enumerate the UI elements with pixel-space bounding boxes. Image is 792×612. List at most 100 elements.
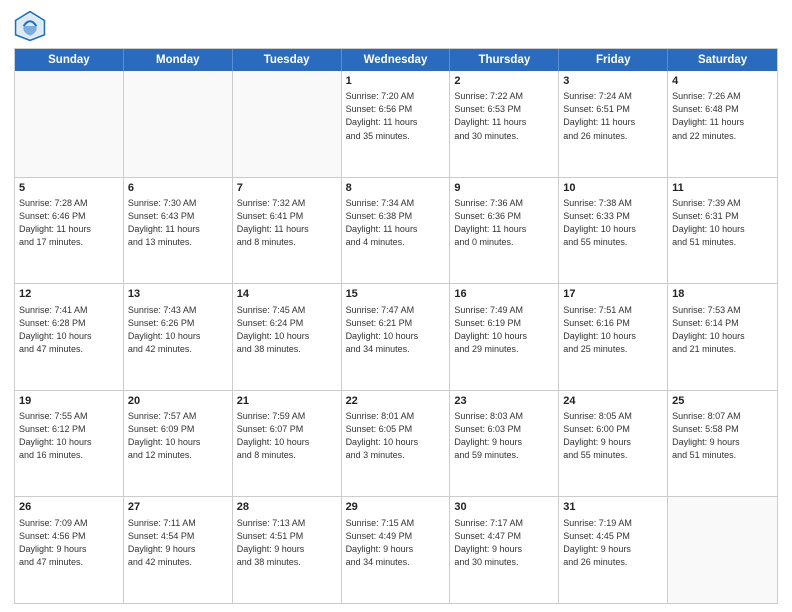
page-container: SundayMondayTuesdayWednesdayThursdayFrid… (0, 0, 792, 612)
calendar-cell: 8Sunrise: 7:34 AM Sunset: 6:38 PM Daylig… (342, 178, 451, 284)
day-number: 19 (19, 394, 119, 409)
day-info: Sunrise: 7:39 AM Sunset: 6:31 PM Dayligh… (672, 197, 773, 249)
day-number: 22 (346, 394, 446, 409)
calendar-cell: 1Sunrise: 7:20 AM Sunset: 6:56 PM Daylig… (342, 71, 451, 177)
day-info: Sunrise: 7:19 AM Sunset: 4:45 PM Dayligh… (563, 517, 663, 569)
calendar-cell: 19Sunrise: 7:55 AM Sunset: 6:12 PM Dayli… (15, 391, 124, 497)
day-info: Sunrise: 8:07 AM Sunset: 5:58 PM Dayligh… (672, 410, 773, 462)
day-number: 10 (563, 181, 663, 196)
calendar-cell: 18 Sunrise: 7:53 AM Sunset: 6:14 PM Dayli… (668, 284, 777, 390)
day-info: Sunrise: 7:15 AM Sunset: 4:49 PM Dayligh… (346, 517, 446, 569)
day-info: Sunrise: 7:43 AM Sunset: 6:26 PM Dayligh… (128, 304, 228, 356)
calendar-cell: 25Sunrise: 8:07 AM Sunset: 5:58 PM Dayli… (668, 391, 777, 497)
calendar-cell (124, 71, 233, 177)
calendar-week-row: 19Sunrise: 7:55 AM Sunset: 6:12 PM Dayli… (15, 391, 777, 498)
day-info: Sunrise: 7:38 AM Sunset: 6:33 PM Dayligh… (563, 197, 663, 249)
calendar-body: 1Sunrise: 7:20 AM Sunset: 6:56 PM Daylig… (15, 71, 777, 603)
day-of-week-header: Monday (124, 49, 233, 71)
day-of-week-header: Saturday (668, 49, 777, 71)
day-info: Sunrise: 7:24 AM Sunset: 6:51 PM Dayligh… (563, 90, 663, 142)
calendar-cell: 11Sunrise: 7:39 AM Sunset: 6:31 PM Dayli… (668, 178, 777, 284)
day-info: Sunrise: 7:11 AM Sunset: 4:54 PM Dayligh… (128, 517, 228, 569)
day-number: 24 (563, 394, 663, 409)
calendar-week-row: 1Sunrise: 7:20 AM Sunset: 6:56 PM Daylig… (15, 71, 777, 178)
day-of-week-header: Tuesday (233, 49, 342, 71)
logo (14, 10, 50, 42)
day-number: 3 (563, 74, 663, 89)
day-number: 8 (346, 181, 446, 196)
day-number: 2 (454, 74, 554, 89)
day-info: Sunrise: 7:30 AM Sunset: 6:43 PM Dayligh… (128, 197, 228, 249)
day-number: 5 (19, 181, 119, 196)
day-info: Sunrise: 7:17 AM Sunset: 4:47 PM Dayligh… (454, 517, 554, 569)
calendar-cell (233, 71, 342, 177)
day-number: 4 (672, 74, 773, 89)
day-of-week-header: Sunday (15, 49, 124, 71)
calendar-cell: 6Sunrise: 7:30 AM Sunset: 6:43 PM Daylig… (124, 178, 233, 284)
day-number: 12 (19, 287, 119, 302)
day-number: 31 (563, 500, 663, 515)
calendar-cell: 3Sunrise: 7:24 AM Sunset: 6:51 PM Daylig… (559, 71, 668, 177)
day-info: Sunrise: 7:45 AM Sunset: 6:24 PM Dayligh… (237, 304, 337, 356)
calendar-cell: 12 Sunrise: 7:41 AM Sunset: 6:28 PM Dayli… (15, 284, 124, 390)
day-info: Sunrise: 7:36 AM Sunset: 6:36 PM Dayligh… (454, 197, 554, 249)
day-info: Sunrise: 7:28 AM Sunset: 6:46 PM Dayligh… (19, 197, 119, 249)
calendar-cell: 29 Sunrise: 7:15 AM Sunset: 4:49 PM Dayli… (342, 497, 451, 603)
day-number: 11 (672, 181, 773, 196)
day-number: 18 (672, 287, 773, 302)
day-number: 7 (237, 181, 337, 196)
calendar-cell: 9Sunrise: 7:36 AM Sunset: 6:36 PM Daylig… (450, 178, 559, 284)
calendar-cell: 7Sunrise: 7:32 AM Sunset: 6:41 PM Daylig… (233, 178, 342, 284)
day-number: 20 (128, 394, 228, 409)
day-of-week-header: Thursday (450, 49, 559, 71)
calendar-cell (15, 71, 124, 177)
day-of-week-header: Friday (559, 49, 668, 71)
day-info: Sunrise: 7:13 AM Sunset: 4:51 PM Dayligh… (237, 517, 337, 569)
day-number: 30 (454, 500, 554, 515)
calendar-cell (668, 497, 777, 603)
calendar-week-row: 12 Sunrise: 7:41 AM Sunset: 6:28 PM Dayli… (15, 284, 777, 391)
calendar-cell: 23Sunrise: 8:03 AM Sunset: 6:03 PM Dayli… (450, 391, 559, 497)
calendar-cell: 20Sunrise: 7:57 AM Sunset: 6:09 PM Dayli… (124, 391, 233, 497)
day-info: Sunrise: 7:20 AM Sunset: 6:56 PM Dayligh… (346, 90, 446, 142)
day-info: Sunrise: 7:57 AM Sunset: 6:09 PM Dayligh… (128, 410, 228, 462)
day-number: 17 (563, 287, 663, 302)
day-info: Sunrise: 7:59 AM Sunset: 6:07 PM Dayligh… (237, 410, 337, 462)
day-info: Sunrise: 7:09 AM Sunset: 4:56 PM Dayligh… (19, 517, 119, 569)
calendar-header: SundayMondayTuesdayWednesdayThursdayFrid… (15, 49, 777, 71)
day-info: Sunrise: 7:51 AM Sunset: 6:16 PM Dayligh… (563, 304, 663, 356)
calendar-cell: 30 Sunrise: 7:17 AM Sunset: 4:47 PM Dayli… (450, 497, 559, 603)
day-info: Sunrise: 7:41 AM Sunset: 6:28 PM Dayligh… (19, 304, 119, 356)
calendar-cell: 28 Sunrise: 7:13 AM Sunset: 4:51 PM Dayli… (233, 497, 342, 603)
calendar-cell: 21Sunrise: 7:59 AM Sunset: 6:07 PM Dayli… (233, 391, 342, 497)
calendar-cell: 22Sunrise: 8:01 AM Sunset: 6:05 PM Dayli… (342, 391, 451, 497)
day-number: 23 (454, 394, 554, 409)
day-number: 21 (237, 394, 337, 409)
day-info: Sunrise: 8:01 AM Sunset: 6:05 PM Dayligh… (346, 410, 446, 462)
calendar-cell: 14 Sunrise: 7:45 AM Sunset: 6:24 PM Dayli… (233, 284, 342, 390)
calendar-cell: 10Sunrise: 7:38 AM Sunset: 6:33 PM Dayli… (559, 178, 668, 284)
day-number: 28 (237, 500, 337, 515)
calendar-week-row: 5Sunrise: 7:28 AM Sunset: 6:46 PM Daylig… (15, 178, 777, 285)
calendar-cell: 26Sunrise: 7:09 AM Sunset: 4:56 PM Dayli… (15, 497, 124, 603)
day-number: 16 (454, 287, 554, 302)
calendar-week-row: 26Sunrise: 7:09 AM Sunset: 4:56 PM Dayli… (15, 497, 777, 603)
day-number: 14 (237, 287, 337, 302)
day-number: 1 (346, 74, 446, 89)
calendar-cell: 4Sunrise: 7:26 AM Sunset: 6:48 PM Daylig… (668, 71, 777, 177)
day-number: 25 (672, 394, 773, 409)
day-number: 29 (346, 500, 446, 515)
day-number: 6 (128, 181, 228, 196)
day-info: Sunrise: 7:32 AM Sunset: 6:41 PM Dayligh… (237, 197, 337, 249)
day-info: Sunrise: 7:34 AM Sunset: 6:38 PM Dayligh… (346, 197, 446, 249)
calendar-cell: 2Sunrise: 7:22 AM Sunset: 6:53 PM Daylig… (450, 71, 559, 177)
day-info: Sunrise: 7:55 AM Sunset: 6:12 PM Dayligh… (19, 410, 119, 462)
day-info: Sunrise: 8:05 AM Sunset: 6:00 PM Dayligh… (563, 410, 663, 462)
day-number: 15 (346, 287, 446, 302)
day-info: Sunrise: 7:53 AM Sunset: 6:14 PM Dayligh… (672, 304, 773, 356)
calendar-cell: 13Sunrise: 7:43 AM Sunset: 6:26 PM Dayli… (124, 284, 233, 390)
day-number: 9 (454, 181, 554, 196)
calendar: SundayMondayTuesdayWednesdayThursdayFrid… (14, 48, 778, 604)
day-info: Sunrise: 8:03 AM Sunset: 6:03 PM Dayligh… (454, 410, 554, 462)
day-number: 27 (128, 500, 228, 515)
